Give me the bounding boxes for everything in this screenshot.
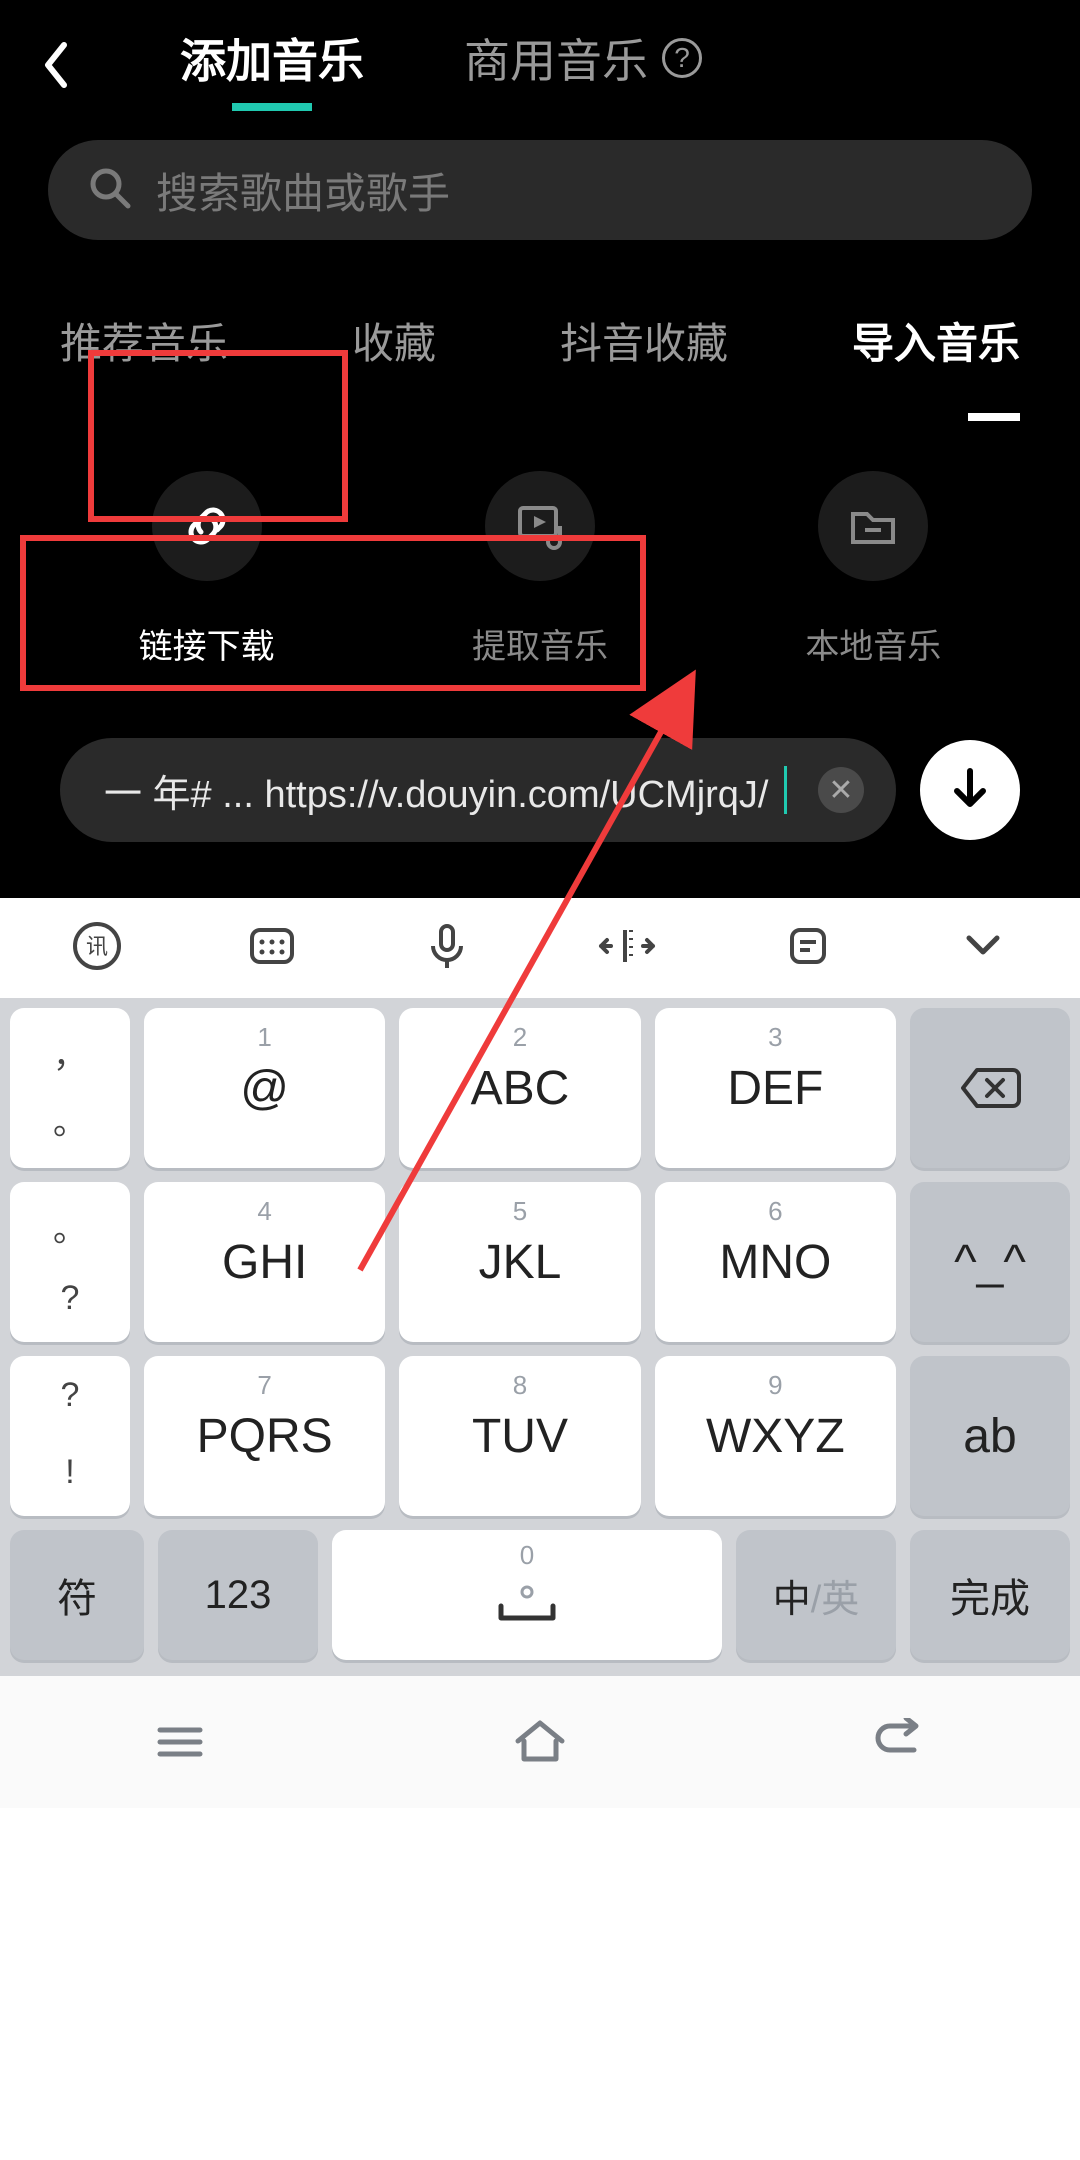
app-dark-area: 添加音乐 商用音乐 ? 搜索歌曲或歌手 推荐音乐 收藏 抖音收藏 导入音乐 链接…: [0, 0, 1080, 898]
url-input[interactable]: 一 年# ... https://v.douyin.com/UCMjrqJ/ ✕: [60, 738, 896, 842]
key-1-at[interactable]: 1@: [144, 1008, 385, 1168]
tab-recommended[interactable]: 推荐音乐: [60, 310, 228, 371]
option-local-music[interactable]: 本地音乐: [805, 471, 941, 668]
mic-icon[interactable]: [421, 920, 473, 977]
cursor-move-icon[interactable]: [595, 920, 659, 977]
key-emoji[interactable]: ^_^: [910, 1182, 1070, 1342]
key-backspace[interactable]: [910, 1008, 1070, 1168]
key-punct-1[interactable]: ，。: [10, 1008, 130, 1168]
header: 添加音乐 商用音乐 ?: [0, 0, 1080, 130]
key-symbols[interactable]: 符: [10, 1530, 144, 1660]
music-source-tabs: 推荐音乐 收藏 抖音收藏 导入音乐: [0, 310, 1080, 371]
option-label: 提取音乐: [472, 619, 608, 668]
search-input[interactable]: 搜索歌曲或歌手: [48, 140, 1032, 240]
search-icon: [88, 166, 132, 215]
key-6-mno[interactable]: 6MNO: [655, 1182, 896, 1342]
keyboard-toolbar: 讯: [0, 898, 1080, 998]
nav-back-icon[interactable]: [870, 1718, 930, 1767]
key-numeric[interactable]: 123: [158, 1530, 318, 1660]
tab-commercial-music[interactable]: 商用音乐 ?: [464, 25, 702, 105]
tab-label: 添加音乐: [180, 25, 364, 91]
import-options: 链接下载 提取音乐 本地音乐: [0, 471, 1080, 668]
key-7-pqrs[interactable]: 7PQRS: [144, 1356, 385, 1516]
download-icon: [945, 765, 995, 815]
option-label: 本地音乐: [805, 619, 941, 668]
key-space[interactable]: 0: [332, 1530, 722, 1660]
search-placeholder: 搜索歌曲或歌手: [156, 160, 450, 221]
option-extract-music[interactable]: 提取音乐: [472, 471, 608, 668]
key-mode-ab[interactable]: ab: [910, 1356, 1070, 1516]
url-row: 一 年# ... https://v.douyin.com/UCMjrqJ/ ✕: [60, 738, 1020, 842]
key-punct-3[interactable]: ?!: [10, 1356, 130, 1516]
key-language[interactable]: 中/英: [736, 1530, 896, 1660]
tab-favorites[interactable]: 收藏: [352, 310, 436, 371]
url-value: 一 年# ... https://v.douyin.com/UCMjrqJ/: [104, 763, 768, 818]
nav-menu-icon[interactable]: [150, 1718, 210, 1767]
clipboard-icon[interactable]: [782, 920, 834, 977]
key-done[interactable]: 完成: [910, 1530, 1070, 1660]
backspace-icon: [959, 1066, 1021, 1110]
nav-home-icon[interactable]: [510, 1715, 570, 1770]
keyboard-keys: ，。 1@ 2ABC 3DEF 。? 4GHI 5JKL 6MNO ^_^ ?!…: [0, 998, 1080, 1676]
system-navbar: [0, 1676, 1080, 1808]
help-icon[interactable]: ?: [662, 38, 702, 78]
key-8-tuv[interactable]: 8TUV: [399, 1356, 640, 1516]
space-icon: [487, 1582, 567, 1626]
clear-button[interactable]: ✕: [818, 767, 864, 813]
keyboard-icon[interactable]: [246, 920, 298, 977]
option-label: 链接下载: [139, 619, 275, 668]
key-punct-2[interactable]: 。?: [10, 1182, 130, 1342]
option-link-download[interactable]: 链接下载: [139, 471, 275, 668]
tab-add-music[interactable]: 添加音乐: [180, 25, 364, 105]
keyboard: 讯 ，。 1@ 2ABC 3DEF 。? 4GHI 5JKL 6MNO ^_^ …: [0, 898, 1080, 1808]
back-button[interactable]: [0, 41, 110, 89]
ime-logo-icon[interactable]: 讯: [71, 920, 123, 977]
tab-label: 商用音乐: [464, 25, 648, 91]
collapse-keyboard-icon[interactable]: [957, 920, 1009, 977]
key-4-ghi[interactable]: 4GHI: [144, 1182, 385, 1342]
link-icon: [179, 498, 235, 554]
download-button[interactable]: [920, 740, 1020, 840]
video-music-icon: [512, 498, 568, 554]
key-5-jkl[interactable]: 5JKL: [399, 1182, 640, 1342]
key-2-abc[interactable]: 2ABC: [399, 1008, 640, 1168]
space-num: 0: [520, 1540, 534, 1571]
key-3-def[interactable]: 3DEF: [655, 1008, 896, 1168]
key-9-wxyz[interactable]: 9WXYZ: [655, 1356, 896, 1516]
tab-douyin-favorites[interactable]: 抖音收藏: [560, 310, 728, 371]
folder-icon: [845, 498, 901, 554]
svg-text:讯: 讯: [86, 934, 108, 959]
tab-import-music[interactable]: 导入音乐: [852, 310, 1020, 371]
text-cursor: [784, 766, 787, 814]
